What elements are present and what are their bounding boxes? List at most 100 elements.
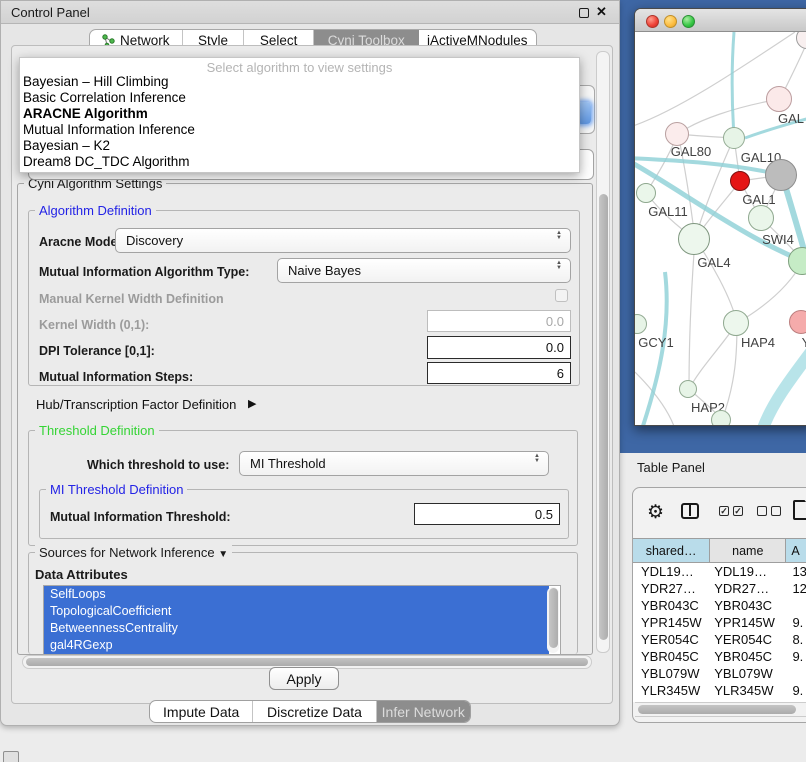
tab-impute-data[interactable]: Impute Data bbox=[150, 701, 253, 722]
group-title: Threshold Definition bbox=[35, 423, 159, 438]
list-item[interactable]: SelfLoops bbox=[44, 586, 549, 603]
table-row[interactable]: YLR345WYLR345W9. bbox=[633, 682, 806, 699]
mi-threshold-label: Mutual Information Threshold: bbox=[50, 510, 231, 524]
dropdown-item[interactable]: Bayesian – K2 bbox=[20, 138, 579, 154]
cell-value bbox=[786, 597, 806, 614]
threshold-definition-group: Threshold Definition Which threshold to … bbox=[28, 430, 578, 546]
table-row[interactable]: YPR145WYPR145W9. bbox=[633, 614, 806, 631]
control-panel-window: Control Panel ✕ Network Style Select Cyn… bbox=[0, 0, 620, 726]
data-attributes-list[interactable]: SelfLoops TopologicalCoefficient Between… bbox=[43, 585, 561, 655]
network-canvas[interactable]: GAL GAL80 GAL10 GAL1 GAL11 GAL4 SWI4 GCY… bbox=[635, 32, 806, 426]
mi-algorithm-type-label: Mutual Information Algorithm Type: bbox=[39, 265, 249, 279]
unchecked-checkbox-icon[interactable] bbox=[771, 506, 781, 516]
network-node-label: GAL4 bbox=[697, 255, 730, 270]
checked-checkbox-icon[interactable]: ✓ bbox=[719, 506, 729, 516]
network-node-gal1[interactable] bbox=[748, 205, 774, 231]
network-node-hap2[interactable] bbox=[679, 380, 697, 398]
checked-checkbox-icon[interactable]: ✓ bbox=[733, 506, 743, 516]
network-node-gal-partial[interactable] bbox=[766, 86, 792, 112]
network-node-partial-bottom[interactable] bbox=[711, 410, 731, 426]
table-row[interactable]: YBR043CYBR043C bbox=[633, 597, 806, 614]
network-node-label: GAL11 bbox=[648, 204, 688, 219]
aracne-mode-combo[interactable]: Discovery ▲▼ bbox=[115, 228, 571, 253]
mi-threshold-definition-group: MI Threshold Definition Mutual Informati… bbox=[39, 489, 569, 539]
combo-value: Naive Bayes bbox=[288, 263, 361, 278]
settings-horizontal-scrollbar-thumb[interactable] bbox=[26, 658, 588, 666]
cell-value bbox=[786, 665, 806, 682]
network-node-label: HAP4 bbox=[741, 335, 775, 350]
network-node-gal10[interactable] bbox=[723, 127, 745, 149]
network-node-label: SWI4 bbox=[762, 232, 794, 247]
network-node-gal80[interactable] bbox=[665, 122, 689, 146]
mi-steps-field[interactable]: 6 bbox=[427, 362, 571, 384]
list-vertical-scrollbar-thumb[interactable] bbox=[549, 588, 558, 648]
cell-value: 9. bbox=[786, 614, 806, 631]
column-header-shared-name[interactable]: shared… bbox=[633, 539, 710, 562]
list-item[interactable]: BetweennessCentrality bbox=[44, 620, 549, 637]
cell-name: YBL079W bbox=[710, 665, 786, 682]
dropdown-item[interactable]: Mutual Information Inference bbox=[20, 122, 579, 138]
table-horizontal-scrollbar-thumb[interactable] bbox=[638, 705, 796, 714]
mi-threshold-field[interactable]: 0.5 bbox=[414, 503, 560, 525]
network-node-gal4[interactable] bbox=[678, 223, 710, 255]
field-value: 0.0 bbox=[546, 340, 564, 355]
table-row[interactable]: YDR27…YDR27…12 bbox=[633, 580, 806, 597]
network-node-label: GAL bbox=[778, 111, 804, 126]
list-item[interactable]: gal4RGexp bbox=[44, 637, 549, 654]
dropdown-item[interactable]: Dream8 DC_TDC Algorithm bbox=[20, 154, 579, 170]
disclosure-triangle-icon[interactable]: ▼ bbox=[218, 549, 228, 560]
list-item[interactable]: TopologicalCoefficient bbox=[44, 603, 549, 620]
table-row[interactable]: YDL19…YDL19…13 bbox=[633, 563, 806, 580]
hub-definition-label: Hub/Transcription Factor Definition bbox=[36, 397, 236, 412]
network-node-label: GAL80 bbox=[671, 144, 711, 159]
network-node-gal11[interactable] bbox=[636, 183, 656, 203]
control-panel-titlebar[interactable]: Control Panel ✕ bbox=[1, 1, 619, 24]
close-icon[interactable]: ✕ bbox=[596, 4, 607, 20]
float-window-icon[interactable] bbox=[579, 8, 589, 18]
table-toolbar: ⚙ ✓ ✓ bbox=[633, 488, 806, 538]
table-row[interactable]: YBR045CYBR045C9. bbox=[633, 648, 806, 665]
gear-icon[interactable]: ⚙ bbox=[647, 501, 664, 524]
unchecked-checkbox-icon[interactable] bbox=[757, 506, 767, 516]
table-horizontal-scrollbar[interactable] bbox=[635, 702, 806, 717]
network-node-red[interactable] bbox=[730, 171, 750, 191]
which-threshold-combo[interactable]: MI Threshold ▲▼ bbox=[239, 451, 549, 476]
close-traffic-light-icon[interactable] bbox=[646, 15, 659, 28]
kernel-width-field: 0.0 bbox=[427, 310, 571, 332]
table-row[interactable]: YER054CYER054C8. bbox=[633, 631, 806, 648]
cell-name: YPR145W bbox=[710, 614, 786, 631]
list-vertical-scrollbar[interactable] bbox=[547, 587, 559, 653]
dropdown-item[interactable]: Bayesian – Hill Climbing bbox=[20, 74, 579, 90]
split-view-icon[interactable] bbox=[681, 503, 699, 519]
which-threshold-label: Which threshold to use: bbox=[87, 458, 229, 472]
tab-infer-network[interactable]: Infer Network bbox=[377, 701, 470, 722]
minimized-panel-icon[interactable] bbox=[3, 751, 19, 762]
mi-algorithm-type-combo[interactable]: Naive Bayes ▲▼ bbox=[277, 258, 571, 283]
table-body[interactable]: YDL19…YDL19…13 YDR27…YDR27…12 YBR043CYBR… bbox=[633, 563, 806, 702]
cell-value: 12 bbox=[786, 580, 806, 597]
network-window-titlebar[interactable] bbox=[635, 9, 806, 32]
network-node-gray[interactable] bbox=[765, 159, 797, 191]
settings-vertical-scrollbar[interactable] bbox=[596, 51, 610, 653]
tab-discretize-data[interactable]: Discretize Data bbox=[253, 701, 376, 722]
cell-shared-name: YBR045C bbox=[633, 648, 710, 665]
network-node-y-partial[interactable] bbox=[789, 310, 806, 334]
network-node-hap4[interactable] bbox=[723, 310, 749, 336]
dropdown-item[interactable]: Basic Correlation Inference bbox=[20, 90, 579, 106]
dropdown-item-selected[interactable]: ARACNE Algorithm bbox=[20, 106, 579, 122]
apply-button[interactable]: Apply bbox=[269, 667, 339, 690]
new-document-icon[interactable] bbox=[793, 500, 806, 520]
cell-shared-name: YPR145W bbox=[633, 614, 710, 631]
column-header-name[interactable]: name bbox=[710, 539, 786, 562]
dpi-tolerance-field[interactable]: 0.0 bbox=[427, 336, 571, 359]
group-title: Sources for Network Inference ▼ bbox=[35, 545, 232, 560]
table-row[interactable]: YBL079WYBL079W bbox=[633, 665, 806, 682]
minimize-traffic-light-icon[interactable] bbox=[664, 15, 677, 28]
sources-title: Sources for Network Inference bbox=[39, 545, 215, 560]
zoom-traffic-light-icon[interactable] bbox=[682, 15, 695, 28]
settings-vertical-scrollbar-thumb[interactable] bbox=[599, 194, 608, 640]
column-header-partial[interactable]: A bbox=[786, 539, 806, 562]
cell-name: YER054C bbox=[710, 631, 786, 648]
stepper-icon: ▲▼ bbox=[534, 454, 540, 464]
disclosure-triangle-icon[interactable]: ▶ bbox=[248, 397, 256, 410]
